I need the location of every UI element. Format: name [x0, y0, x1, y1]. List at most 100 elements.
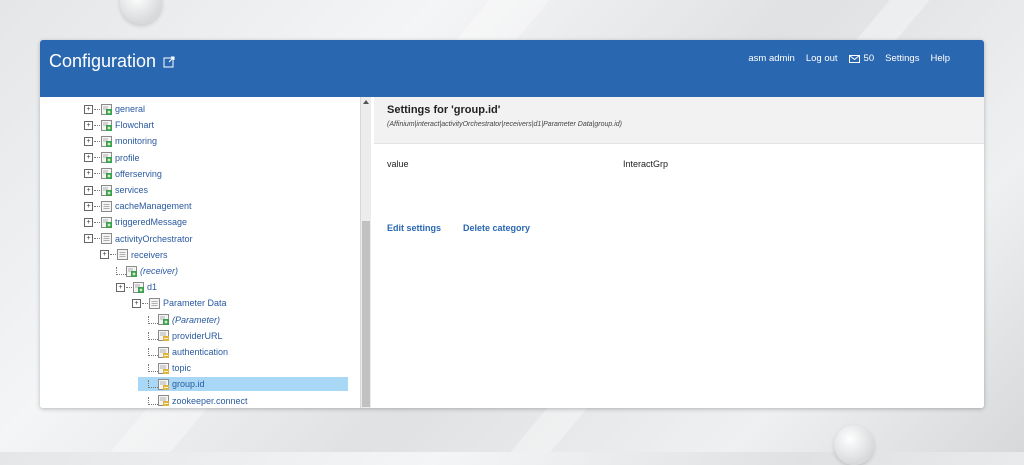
tree-item[interactable]: providerURL [148, 329, 223, 343]
tree-connector [94, 108, 100, 110]
tree-item[interactable]: + d1 [116, 280, 157, 294]
tree-item-label: Parameter Data [163, 298, 227, 309]
plus-badge-icon [126, 265, 137, 277]
tree-item[interactable]: + offerserving [84, 167, 162, 181]
expand-toggle-icon[interactable]: + [84, 234, 93, 244]
tree-item-label: authentication [172, 347, 229, 357]
folder-icon [101, 233, 112, 245]
external-link-icon [163, 56, 175, 67]
configuration-window: Configuration asm admin Log out 50 Setti… [40, 40, 984, 408]
tree-scrollbar[interactable] [360, 97, 371, 408]
tree-connector [94, 124, 100, 126]
expand-toggle-icon[interactable]: + [84, 185, 93, 195]
tree-item[interactable]: + receivers [100, 248, 168, 262]
tree-connector [148, 364, 158, 373]
tree-connector [94, 205, 100, 207]
folder-icon [117, 249, 128, 261]
tree-item[interactable]: + Flowchart [84, 118, 154, 132]
tree-item-label: monitoring [115, 136, 158, 147]
plus-badge-icon [133, 281, 144, 293]
tree-item[interactable]: + activityOrchestrator [84, 232, 193, 246]
property-name: value [387, 159, 409, 169]
help-link[interactable]: Help [930, 53, 950, 64]
expand-toggle-icon[interactable]: + [100, 250, 109, 260]
tree-item-label: zookeeper.connect [172, 395, 248, 406]
tree-item-label: offerserving [115, 168, 162, 179]
expand-toggle-icon[interactable]: + [84, 104, 93, 114]
tree-connector [126, 286, 132, 288]
tree-item[interactable]: + general [84, 102, 145, 116]
settings-header: Settings for 'group.id' (Affinium|intera… [374, 97, 984, 144]
document-icon [158, 346, 169, 358]
property-value: InteractGrp [623, 159, 669, 169]
tree-item-label: d1 [147, 282, 158, 293]
tree-connector [94, 238, 100, 240]
expand-toggle-icon[interactable]: + [84, 120, 93, 130]
plus-badge-icon [101, 103, 112, 115]
tree-item[interactable]: authentication [148, 345, 228, 359]
tree-connector [94, 173, 100, 175]
user-name[interactable]: asm admin [748, 53, 794, 64]
tree-item[interactable]: (Parameter) [148, 313, 220, 327]
settings-link[interactable]: Settings [885, 53, 919, 64]
expand-toggle-icon[interactable]: + [84, 153, 93, 163]
settings-detail-panel: Settings for 'group.id' (Affinium|intera… [374, 97, 984, 408]
messages-link[interactable]: 50 [848, 53, 874, 64]
tree-item[interactable]: + monitoring [84, 134, 157, 148]
tree-connector [94, 221, 100, 223]
tree-item[interactable]: + Parameter Data [132, 296, 227, 310]
tree-connector [94, 140, 100, 142]
tree-item-label: general [115, 104, 146, 114]
expand-toggle-icon[interactable]: + [116, 282, 125, 292]
decorative-orb [120, 0, 162, 24]
tree-item[interactable]: zookeeper.connect [148, 394, 248, 408]
document-icon [158, 362, 169, 374]
plus-badge-icon [101, 216, 112, 228]
edit-settings-link[interactable]: Edit settings [387, 223, 441, 233]
tree-item[interactable]: + profile [84, 151, 140, 165]
tree-connector [148, 396, 158, 405]
app-title: Configuration [49, 51, 157, 71]
tree-item[interactable]: + services [84, 183, 148, 197]
document-icon [158, 378, 169, 390]
tree-item[interactable]: topic [148, 361, 191, 375]
tree-connector [148, 331, 158, 340]
mail-icon [848, 54, 860, 63]
tree-item-label: triggeredMessage [115, 217, 188, 228]
expand-toggle-icon[interactable]: + [84, 136, 93, 146]
logout-link[interactable]: Log out [806, 53, 838, 64]
app-title-link[interactable]: Configuration [49, 51, 175, 72]
tree-item-label: Flowchart [115, 120, 155, 131]
folder-icon [101, 200, 112, 212]
tree-connector [94, 157, 100, 159]
app-header: Configuration asm admin Log out 50 Setti… [40, 40, 984, 97]
tree-connector [116, 267, 126, 275]
decorative-orb [834, 425, 874, 465]
plus-badge-icon [101, 152, 112, 164]
scroll-up-arrow-icon[interactable] [363, 100, 369, 104]
tree-connector [148, 315, 158, 324]
scrollbar-thumb[interactable] [362, 221, 370, 407]
expand-toggle-icon[interactable]: + [132, 298, 141, 308]
plus-badge-icon [158, 314, 169, 326]
tree-item-label: cacheManagement [115, 201, 192, 212]
plus-badge-icon [101, 119, 112, 131]
document-icon [158, 395, 169, 407]
delete-category-link[interactable]: Delete category [463, 223, 530, 233]
tree-item[interactable]: (receiver) [116, 264, 178, 278]
expand-toggle-icon[interactable]: + [84, 169, 93, 179]
tree-item-label: providerURL [172, 330, 223, 341]
tree-item-label: group.id [172, 379, 205, 390]
tree-item[interactable]: + triggeredMessage [84, 215, 187, 229]
expand-toggle-icon[interactable]: + [84, 201, 93, 211]
top-navigation: asm admin Log out 50 Settings Help [748, 53, 950, 64]
tree-item[interactable]: group.id [138, 377, 348, 392]
settings-title: Settings for 'group.id' [387, 104, 501, 116]
tree-connector [110, 254, 116, 256]
category-tree: + general + Flowchart + monitoring + profile + of… [40, 97, 361, 408]
tree-connector [148, 348, 158, 356]
plus-badge-icon [101, 135, 112, 147]
tree-connector [142, 302, 148, 304]
tree-item[interactable]: + cacheManagement [84, 199, 192, 213]
expand-toggle-icon[interactable]: + [84, 217, 93, 227]
